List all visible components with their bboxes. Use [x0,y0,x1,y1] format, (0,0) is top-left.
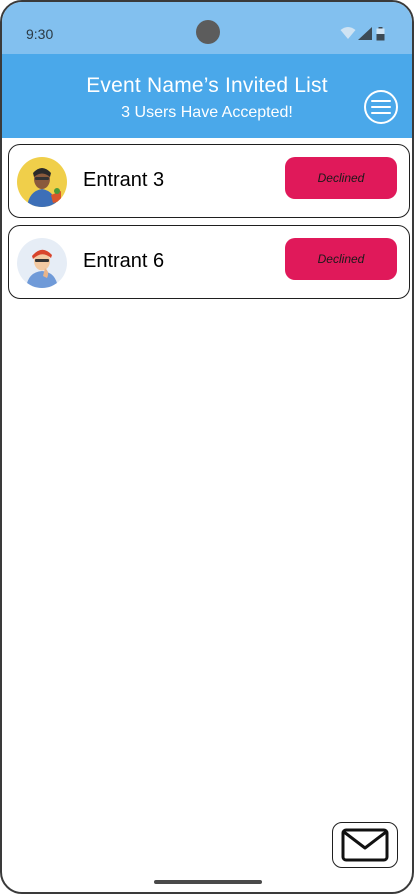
avatar [17,238,67,288]
mail-button[interactable] [332,822,398,868]
signal-icon [358,27,372,40]
accepted-count: 3 Users Have Accepted! [121,104,293,121]
status-icons [340,26,390,42]
hamburger-menu-icon [371,100,391,114]
status-badge[interactable]: Declined [285,157,397,199]
avatar-image [17,157,67,207]
entrant-list: Entrant 3 Declined Entrant 6 Declined [8,144,410,306]
status-bar: 9:30 [2,2,412,54]
list-item[interactable]: Entrant 3 Declined [8,144,410,218]
page-title: Event Name’s Invited List [86,74,328,97]
wifi-icon [340,27,356,39]
entrant-name: Entrant 3 [83,169,165,191]
avatar [17,157,67,207]
avatar-image [17,238,67,288]
camera-cutout [196,20,220,44]
list-item[interactable]: Entrant 6 Declined [8,225,410,299]
entrant-name: Entrant 6 [83,250,165,272]
phone-frame: 9:30 Event Name’s Invited List 3 Users H… [0,0,414,894]
status-time: 9:30 [26,26,54,42]
menu-button[interactable] [364,90,398,124]
battery-icon [376,27,385,41]
home-indicator[interactable] [154,880,262,884]
envelope-icon [341,828,389,862]
status-badge[interactable]: Declined [285,238,397,280]
app-header: Event Name’s Invited List 3 Users Have A… [2,54,412,138]
